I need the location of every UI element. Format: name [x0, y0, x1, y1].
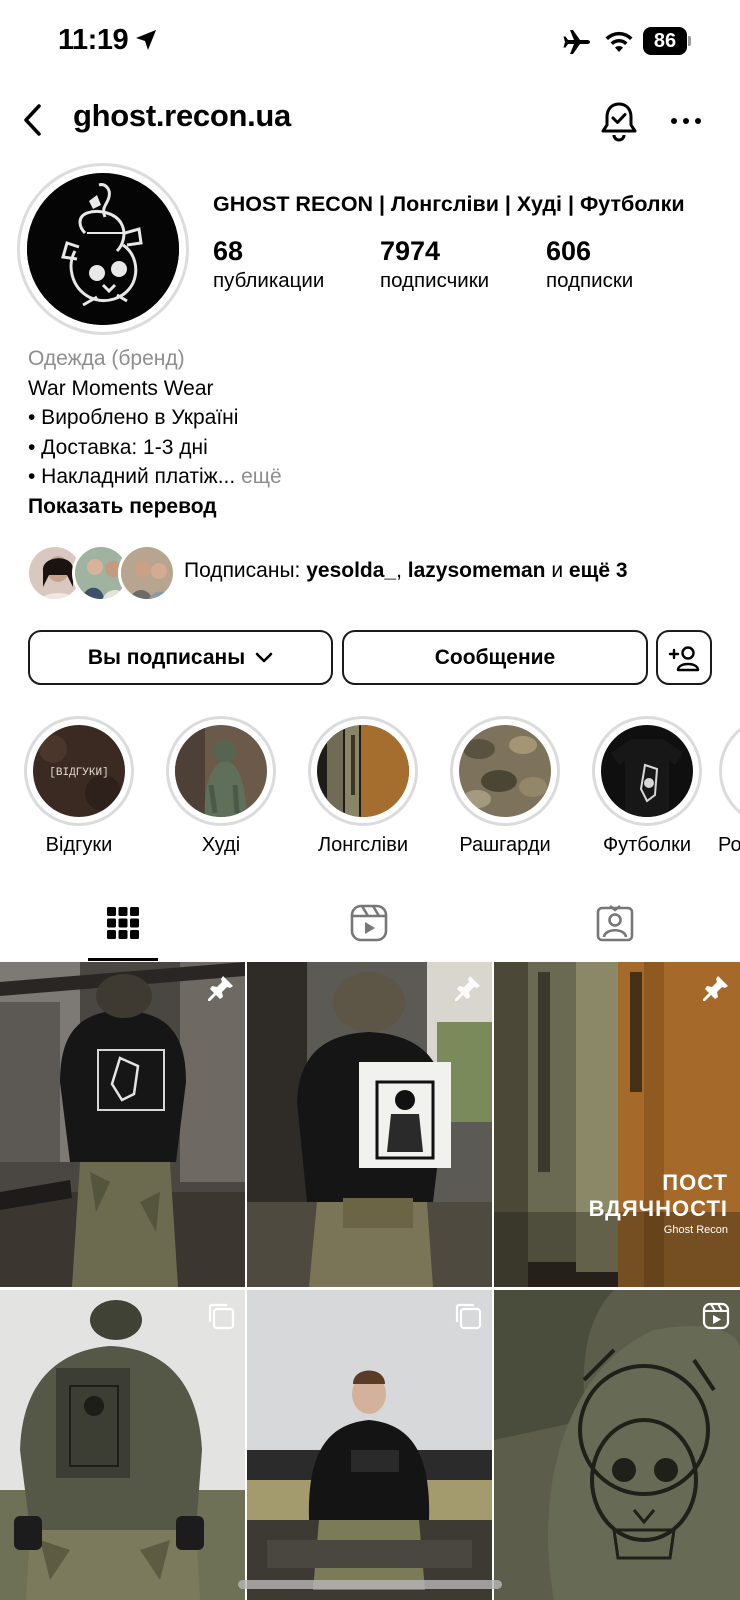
- chevron-down-icon: [255, 652, 273, 662]
- pin-icon: [455, 976, 480, 1001]
- post-thumbnail[interactable]: [0, 962, 245, 1287]
- followed-by-more[interactable]: ещё 3: [569, 559, 628, 582]
- stat-followers-label: подписчики: [380, 269, 490, 292]
- airplane-mode-icon: [563, 30, 590, 54]
- story-highlight[interactable]: Худі: [151, 716, 291, 857]
- stat-followers[interactable]: 7974 подписчики: [380, 236, 489, 293]
- post-overlay-subtitle: Ghost Recon: [663, 1224, 728, 1236]
- stat-following-count: 606: [546, 236, 592, 266]
- reel-icon: [702, 1302, 730, 1330]
- status-bar: 11:19 86: [0, 0, 740, 84]
- profile-header: ghost.recon.ua: [0, 90, 740, 150]
- highlight-label: Футболки: [602, 834, 692, 856]
- bio-line: • Доставка: 1-3 дні: [28, 435, 208, 459]
- carousel-icon: [455, 1303, 482, 1330]
- highlight-cover-longsleeves: [317, 725, 409, 817]
- bio-line-last: • Накладний платіж... ещё: [28, 462, 282, 492]
- following-button[interactable]: Вы подписаны: [28, 630, 333, 685]
- message-button[interactable]: Сообщение: [342, 630, 648, 685]
- back-chevron-icon[interactable]: [18, 100, 48, 140]
- story-highlight[interactable]: Ро: [719, 716, 740, 857]
- battery-indicator: 86: [643, 27, 691, 55]
- profile-display-name: GHOST RECON | Лонгсліви | Худі | Футболк…: [213, 192, 685, 216]
- story-highlight[interactable]: Рашгарди: [435, 716, 575, 857]
- stat-followers-count: 7974: [380, 236, 441, 266]
- location-arrow-icon: [136, 30, 156, 50]
- followed-by-prefix: Подписаны:: [184, 559, 307, 582]
- followed-by-separator: ,: [396, 559, 408, 582]
- bio-line: • Накладний платіж...: [28, 465, 236, 488]
- tab-posts[interactable]: [0, 884, 246, 962]
- skull-helmet-logo-icon: [27, 173, 179, 325]
- highlight-cover-reviews: [ВІДГУКИ]: [33, 725, 125, 817]
- post-thumbnail[interactable]: [494, 1290, 740, 1600]
- highlight-cover-rashguards: [459, 725, 551, 817]
- followed-by-row[interactable]: Подписаны: yesolda_, lazysomeman и ещё 3: [26, 544, 726, 604]
- pin-icon: [703, 976, 728, 1001]
- home-indicator: [238, 1580, 502, 1589]
- profile-category: Одежда (бренд): [28, 347, 185, 370]
- highlight-cover-tshirts: [601, 725, 693, 817]
- add-person-icon: [668, 645, 700, 671]
- profile-username: ghost.recon.ua: [73, 98, 291, 133]
- post-thumbnail[interactable]: ПОСТ ВДЯЧНОСТІ Ghost Recon: [494, 962, 740, 1287]
- stat-posts[interactable]: 68 публикации: [213, 236, 324, 293]
- bio-line: • Вироблено в Україні: [28, 406, 239, 429]
- stat-posts-label: публикации: [213, 269, 325, 292]
- battery-level: 86: [643, 27, 687, 55]
- bio-more-link[interactable]: ещё: [241, 465, 282, 488]
- follower-avatar: [118, 544, 176, 602]
- suggest-people-button[interactable]: [656, 630, 712, 685]
- bio-line: War Moments Wear: [28, 376, 214, 400]
- carousel-icon: [208, 1303, 235, 1330]
- stat-following-label: подписки: [546, 269, 634, 292]
- highlight-label: Худі: [201, 834, 241, 856]
- highlight-label: Ро: [719, 834, 740, 856]
- profile-tabs: [0, 884, 740, 962]
- wifi-icon: [605, 31, 633, 52]
- status-time: 11:19: [58, 24, 129, 56]
- message-button-label: Сообщение: [434, 645, 556, 669]
- post-thumbnail[interactable]: [247, 1290, 492, 1600]
- post-thumbnail[interactable]: [0, 1290, 245, 1600]
- highlight-label: Рашгарди: [459, 834, 551, 856]
- stat-following[interactable]: 606 подписки: [546, 236, 633, 293]
- profile-bio: Одежда (бренд) War Moments Wear • Виробл…: [28, 344, 282, 521]
- stat-posts-count: 68: [213, 236, 244, 266]
- grid-icon: [107, 907, 139, 939]
- followed-by-user[interactable]: yesolda_: [306, 559, 396, 582]
- tab-tagged[interactable]: [492, 884, 738, 962]
- reels-icon: [350, 904, 388, 942]
- show-translation-link[interactable]: Показать перевод: [28, 492, 282, 522]
- highlight-cover-text: [ВІДГУКИ]: [49, 767, 108, 779]
- post-thumbnail[interactable]: [247, 962, 492, 1287]
- profile-avatar[interactable]: [27, 173, 179, 325]
- highlight-label: Лонгсліви: [317, 834, 409, 856]
- notification-bell-check-icon[interactable]: [596, 98, 642, 144]
- highlight-label: Відгуки: [45, 834, 113, 856]
- followed-by-text: Подписаны: yesolda_, lazysomeman и ещё 3: [184, 559, 628, 583]
- highlight-cover-hoodies: [175, 725, 267, 817]
- post-overlay-title: ПОСТ: [662, 1170, 728, 1195]
- followed-by-user[interactable]: lazysomeman: [408, 559, 546, 582]
- story-highlight[interactable]: Лонгсліви: [293, 716, 433, 857]
- following-button-label: Вы подписаны: [87, 645, 246, 669]
- more-options-icon[interactable]: [666, 108, 706, 134]
- tagged-person-icon: [596, 904, 634, 942]
- story-highlight[interactable]: Футболки: [577, 716, 717, 857]
- post-overlay-title: ВДЯЧНОСТІ: [588, 1196, 728, 1221]
- pin-icon: [208, 976, 233, 1001]
- tab-reels[interactable]: [246, 884, 492, 962]
- active-tab-indicator: [88, 958, 158, 961]
- story-highlight[interactable]: [ВІДГУКИ] Відгуки: [9, 716, 149, 857]
- followed-by-conjunction: и: [545, 559, 569, 582]
